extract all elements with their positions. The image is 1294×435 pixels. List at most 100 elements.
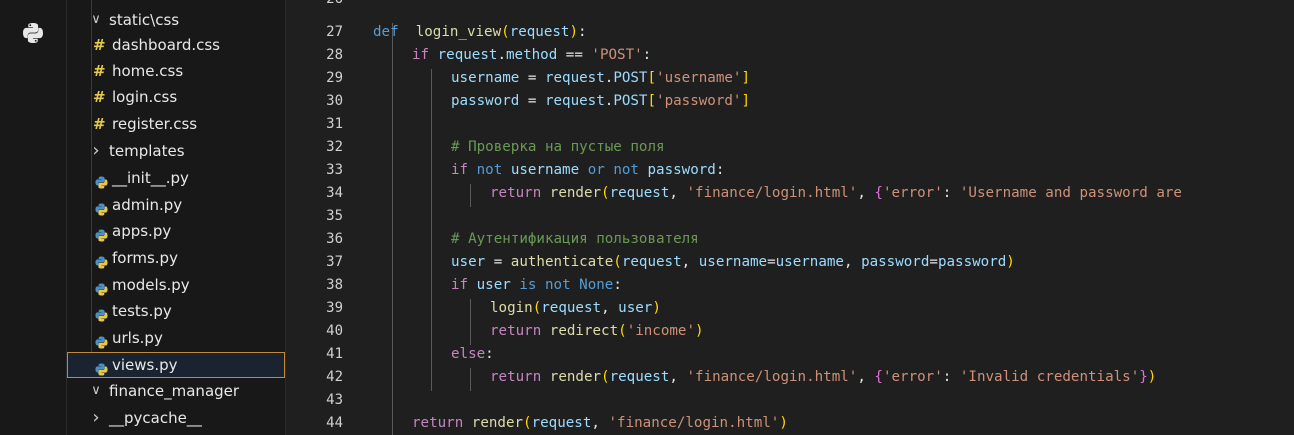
code-token: username	[698, 254, 768, 270]
code-token: ]	[741, 93, 750, 109]
css-file-icon: #	[93, 88, 106, 106]
tree-item-templates[interactable]: › templates	[67, 138, 285, 164]
python-file-icon	[95, 278, 108, 296]
tree-item-label: tests.py	[112, 302, 172, 320]
tree-item-urls-py[interactable]: urls.py	[67, 325, 285, 351]
chevron-down-icon[interactable]: ∨	[89, 7, 103, 33]
tree-item-tests-py[interactable]: tests.py	[67, 298, 285, 324]
code-token: )	[1147, 369, 1157, 385]
code-token: password	[647, 162, 716, 178]
tree-item-register-css[interactable]: # register.css	[67, 111, 285, 137]
code-token: 'finance/login.html'	[686, 185, 858, 201]
tree-item-init-py[interactable]: __init__.py	[67, 165, 285, 191]
python-file-icon	[95, 251, 108, 269]
chevron-right-icon[interactable]: ›	[89, 138, 103, 164]
python-file-icon	[95, 331, 108, 349]
code-token: not	[545, 277, 571, 293]
code-token: ==	[557, 47, 592, 63]
indent-guide	[392, 23, 393, 435]
chevron-down-icon[interactable]: ∨	[89, 378, 103, 404]
line-number: 44	[326, 415, 343, 431]
code-token: (	[523, 415, 532, 431]
line-number: 29	[326, 70, 343, 86]
code-token: POST	[613, 93, 648, 109]
code-line: if user is not None:	[451, 274, 622, 297]
code-token: return	[490, 185, 542, 201]
tree-item-models-py[interactable]: models.py	[67, 272, 285, 298]
code-token: {	[874, 369, 883, 385]
code-token: # Аутентификация пользователя	[451, 231, 699, 247]
code-token: {	[874, 185, 883, 201]
tree-item-finance-manager[interactable]: ∨ finance_manager	[67, 378, 285, 404]
line-number: 31	[326, 116, 343, 132]
tree-item-login-css[interactable]: # login.css	[67, 84, 285, 110]
code-token: POST	[613, 70, 648, 86]
code-token: 'username'	[656, 70, 742, 86]
code-token: (	[601, 369, 610, 385]
code-line: user = authenticate(request, username=us…	[451, 251, 1015, 274]
code-token: user	[451, 254, 486, 270]
code-token: ,	[591, 415, 609, 431]
code-token: request	[621, 254, 682, 270]
code-token: ,	[857, 369, 875, 385]
code-token: :	[642, 47, 652, 63]
code-token: ,	[669, 185, 687, 201]
chevron-right-icon[interactable]: ›	[89, 405, 103, 431]
code-token: user	[618, 300, 653, 316]
code-token: ,	[601, 300, 619, 316]
code-token: # Проверка на пустые поля	[451, 139, 665, 155]
tree-item-dashboard-css[interactable]: # dashboard.css	[67, 32, 285, 58]
code-token: password	[861, 254, 930, 270]
tree-item-views-py[interactable]: views.py	[67, 352, 285, 378]
code-line: if not username or not password:	[451, 159, 724, 182]
tree-item-label: templates	[109, 142, 185, 160]
code-token: :	[485, 346, 494, 362]
code-token: request	[541, 300, 602, 316]
code-token: :	[715, 162, 725, 178]
tree-item-pycache[interactable]: › __pycache__	[67, 405, 285, 431]
code-token: login	[490, 300, 533, 316]
code-token: ,	[669, 369, 687, 385]
code-token: 'POST'	[591, 47, 643, 63]
code-token: username	[510, 162, 580, 178]
code-token: ]	[741, 70, 750, 86]
css-file-icon: #	[93, 115, 106, 133]
code-token: user	[476, 277, 511, 293]
code-token: =	[519, 93, 545, 109]
python-icon[interactable]	[22, 22, 44, 44]
code-line: # Аутентификация пользователя	[451, 228, 699, 251]
code-token: request	[544, 70, 605, 86]
line-number: 39	[326, 300, 343, 316]
code-token: else	[451, 346, 486, 362]
python-file-icon	[95, 304, 108, 322]
tree-item-static-css[interactable]: ∨ static\css	[67, 7, 285, 33]
code-line: if request.method == 'POST':	[412, 44, 651, 67]
code-token: request	[509, 24, 570, 40]
code-token: username	[451, 70, 520, 86]
line-number-gutter: 26 27 28 29 30 31 32 33 34 35 36 37 38 39 40 41 42 43 44	[287, 0, 343, 435]
code-token: ,	[857, 185, 875, 201]
indent-guide	[431, 69, 432, 391]
tree-item-label: register.css	[112, 115, 198, 133]
css-file-icon: #	[93, 36, 106, 54]
code-editor[interactable]: 26 27 28 29 30 31 32 33 34 35 36 37 38 39 40 41 42 43 44 d…	[287, 0, 1294, 435]
code-line: return redirect('income')	[490, 320, 704, 343]
code-line: return render(request, 'finance/login.ht…	[490, 182, 1182, 205]
code-token: (	[613, 254, 622, 270]
tree-item-label: home.css	[112, 62, 184, 80]
tree-item-home-css[interactable]: # home.css	[67, 58, 285, 84]
line-number: 32	[326, 139, 343, 155]
tree-item-apps-py[interactable]: apps.py	[67, 218, 285, 244]
code-token: )	[1006, 254, 1015, 270]
code-token: =	[519, 70, 545, 86]
code-token: 'error'	[882, 369, 943, 385]
tree-item-forms-py[interactable]: forms.py	[67, 245, 285, 271]
code-token: :	[613, 277, 622, 293]
tree-item-admin-py[interactable]: admin.py	[67, 192, 285, 218]
python-file-icon	[95, 358, 108, 376]
tree-item-label: admin.py	[112, 196, 183, 214]
